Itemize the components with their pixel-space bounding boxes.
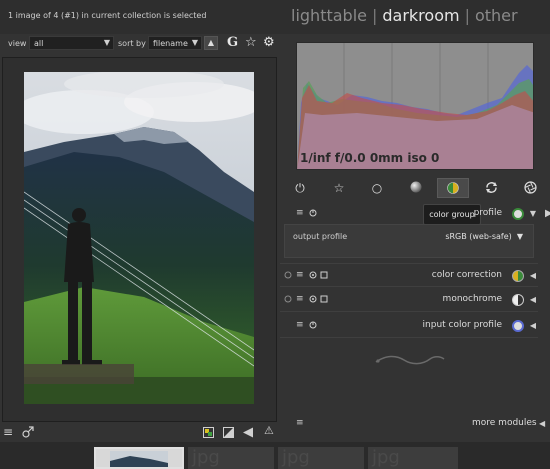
multi-instance-icon[interactable]: ≡	[296, 295, 304, 304]
chevron-left-icon[interactable]: ◀	[530, 271, 536, 280]
reset-icon[interactable]	[309, 321, 317, 331]
thumb-extension: jpg	[282, 447, 310, 468]
effect-aperture-icon[interactable]	[523, 181, 537, 195]
view-lighttable[interactable]: lighttable	[291, 6, 367, 25]
multi-instance-icon[interactable]: ≡	[296, 209, 304, 218]
output-profile-label: output profile	[293, 232, 348, 241]
correct-arrows-icon[interactable]	[484, 181, 498, 195]
multi-instance-icon[interactable]: ≡	[296, 271, 304, 280]
monochrome-icon	[512, 294, 524, 306]
chevron-down-icon[interactable]: ▼	[530, 209, 536, 218]
presets-icon[interactable]	[22, 426, 34, 440]
reset-icon[interactable]	[309, 209, 317, 219]
filmstrip-thumb[interactable]: jpg	[278, 447, 364, 469]
chevron-down-icon: ▼	[191, 38, 198, 47]
warning-icon[interactable]: ⚠	[264, 425, 274, 436]
more-modules-label[interactable]: more modules	[472, 418, 537, 428]
output-profile-value: sRGB (web-safe)	[445, 232, 512, 241]
module-name: color correction	[431, 270, 502, 280]
chevron-down-icon: ▼	[103, 38, 110, 47]
output-profile-settings: output profile sRGB (web-safe) ▼	[284, 224, 534, 258]
filmstrip	[0, 442, 550, 469]
filmstrip-thumb[interactable]: jpg	[188, 447, 274, 469]
module-name: monochrome	[442, 294, 502, 304]
power-icon[interactable]	[284, 295, 292, 305]
presets-icon[interactable]	[320, 295, 328, 305]
multi-instance-icon[interactable]: ≡	[296, 321, 304, 330]
power-icon[interactable]: ⏻	[293, 181, 307, 195]
photo-preview	[24, 72, 254, 404]
color-group-icon	[447, 182, 459, 194]
thumbnail-image	[110, 451, 168, 467]
power-icon[interactable]	[284, 271, 292, 281]
sort-direction-button[interactable]: ▲	[204, 36, 218, 50]
color-group-button[interactable]	[437, 178, 469, 198]
selection-status: 1 image of 4 (#1) in current collection …	[8, 11, 207, 20]
reset-icon[interactable]	[309, 295, 317, 305]
view-filter-value: all	[34, 39, 44, 48]
menu-icon[interactable]: ≡	[3, 426, 13, 438]
view-filter-dropdown[interactable]: all ▼	[29, 36, 114, 50]
view-separator: |	[371, 6, 378, 25]
module-name: profile	[473, 208, 502, 218]
module-input-color-profile[interactable]: ≡ input color profile ◀	[280, 314, 538, 338]
sort-value: filename	[153, 39, 188, 48]
star-icon[interactable]: ☆	[245, 36, 257, 49]
chevron-left-icon[interactable]: ◀	[530, 321, 536, 330]
favorite-star-icon[interactable]: ☆	[332, 181, 346, 195]
view-darkroom[interactable]: darkroom	[382, 6, 459, 25]
gear-icon[interactable]: ⚙	[263, 36, 275, 49]
chevron-left-icon[interactable]: ◀	[530, 295, 536, 304]
color-assessment-icon[interactable]	[242, 427, 254, 441]
view-switcher: lighttable | darkroom | other	[291, 6, 518, 25]
color-profile-icon	[512, 208, 524, 220]
collapse-panel-arrow-icon[interactable]: ▶	[545, 208, 550, 219]
reset-icon[interactable]	[309, 271, 317, 281]
presets-icon[interactable]	[320, 271, 328, 281]
ornament-icon	[374, 352, 446, 371]
softproof-icon[interactable]	[203, 427, 214, 441]
histogram-exif-info: 1/inf f/0.0 0mm iso 0	[300, 151, 440, 165]
more-modules-menu-icon[interactable]: ≡	[296, 418, 304, 428]
tone-sphere-icon[interactable]	[409, 181, 423, 195]
thumb-extension: jpg	[372, 447, 400, 468]
google-g-icon[interactable]: G	[227, 36, 238, 49]
chevron-down-icon: ▼	[516, 232, 523, 241]
input-profile-icon	[512, 320, 524, 332]
basic-circle-icon[interactable]: ○	[370, 181, 384, 195]
filmstrip-thumb[interactable]: jpg	[368, 447, 458, 469]
filmstrip-thumb-selected[interactable]	[94, 447, 184, 469]
view-label: view	[8, 39, 27, 48]
module-color-correction[interactable]: ≡ color correction ◀	[280, 263, 538, 287]
module-monochrome[interactable]: ≡ monochrome ◀	[280, 288, 538, 312]
sort-dropdown[interactable]: filename ▼	[148, 36, 202, 50]
thumb-extension: jpg	[192, 447, 220, 468]
view-separator: |	[464, 6, 470, 25]
chevron-left-icon[interactable]: ◀	[539, 419, 545, 428]
color-correction-icon	[512, 270, 524, 282]
module-name: input color profile	[422, 320, 502, 330]
sort-label: sort by	[118, 39, 146, 48]
output-profile-select[interactable]: sRGB (web-safe) ▼	[445, 232, 523, 241]
view-other[interactable]: other	[475, 6, 518, 25]
gamut-check-icon[interactable]	[223, 427, 234, 441]
module-output-color-profile[interactable]: ≡ profile ▼	[280, 202, 538, 226]
